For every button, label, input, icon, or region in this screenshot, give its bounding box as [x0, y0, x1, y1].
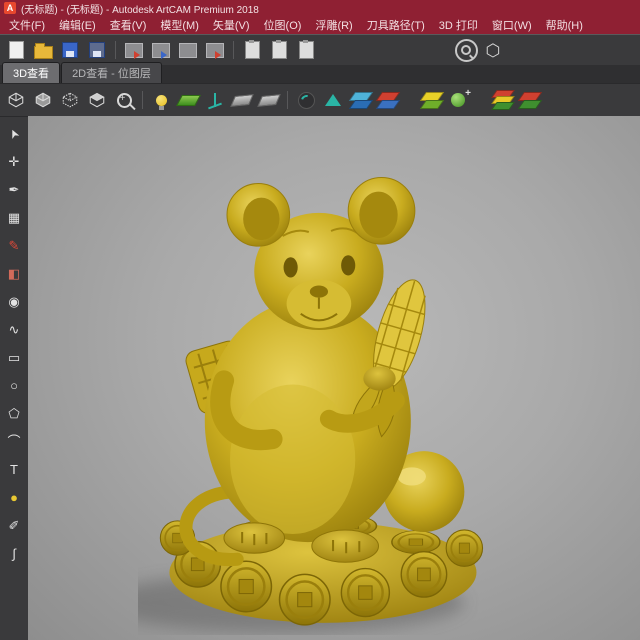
droplet-tool-glyph: ●: [10, 490, 18, 505]
tab-2d-label: 2D查看 - 位图层: [72, 68, 151, 80]
layers-blue-icon[interactable]: [348, 88, 373, 112]
arc-tool-icon[interactable]: ⌒: [3, 431, 25, 452]
app-window: A (无标题) - (无标题) - Autodesk ArtCAM Premiu…: [0, 0, 640, 640]
menu-relief[interactable]: 浮雕(R): [308, 16, 359, 34]
layers-yellow-green-icon[interactable]: [419, 88, 444, 112]
stack-multicolor-icon[interactable]: [490, 88, 515, 112]
separator: [115, 41, 116, 59]
menu-edit[interactable]: 编辑(E): [52, 16, 103, 34]
tab-2d-view[interactable]: 2D查看 - 位图层: [61, 62, 162, 83]
origin-axes-icon[interactable]: [203, 88, 227, 112]
ellipse-tool-icon[interactable]: ○: [3, 375, 25, 396]
teal-triangle-icon[interactable]: [321, 88, 345, 112]
brush-tool-glyph: ✐: [8, 518, 20, 533]
main-toolbar: ⬡: [0, 34, 640, 65]
open-model-icon[interactable]: [31, 38, 55, 62]
sculpt-pencil-glyph: ✎: [8, 238, 20, 253]
spline-tool-glyph: ∫: [12, 546, 16, 561]
menu-help[interactable]: 帮助(H): [539, 16, 590, 34]
text-tool-glyph: T: [10, 462, 18, 477]
menu-file[interactable]: 文件(F): [2, 16, 52, 34]
rectangle-tool-icon[interactable]: ▭: [3, 347, 25, 368]
workspace: ➤ ✛ ✒ ▦ ✎ ◧ ◉ ∿ ▭ ○ ⬠ ⌒ T ● ✐ ∫: [0, 116, 640, 640]
zoom-objects-icon[interactable]: [112, 88, 136, 112]
clipboard-paste-icon[interactable]: [267, 38, 291, 62]
menu-bitmap[interactable]: 位图(O): [257, 16, 309, 34]
droplet-tool-icon[interactable]: ●: [3, 487, 25, 508]
text-tool-icon[interactable]: T: [3, 459, 25, 480]
select-cursor-glyph: ➤: [5, 125, 23, 142]
tab-3d-label: 3D查看: [13, 68, 50, 80]
sphere-add-icon[interactable]: [446, 88, 471, 112]
smudge-icon[interactable]: ◉: [3, 291, 25, 312]
title-bar: A (无标题) - (无标题) - Autodesk ArtCAM Premiu…: [0, 0, 640, 16]
brush-tool-icon[interactable]: ✐: [3, 515, 25, 536]
sculpt-pencil-icon[interactable]: ✎: [3, 235, 25, 256]
iso-cube-3-icon[interactable]: [58, 88, 82, 112]
measure-pen-glyph: ✒: [8, 182, 20, 197]
tab-3d-view[interactable]: 3D查看: [2, 62, 61, 83]
save-model-icon[interactable]: [58, 38, 82, 62]
freehand-select-glyph: ∿: [8, 322, 20, 337]
node-edit-glyph: ✛: [8, 154, 20, 169]
menu-view[interactable]: 查看(V): [103, 16, 154, 34]
zoom-tool-icon[interactable]: [454, 38, 478, 62]
layers-red-blue-icon[interactable]: [375, 88, 400, 112]
polygon-tool-glyph: ⬠: [8, 406, 20, 421]
view-tab-bar: 3D查看 2D查看 - 位图层: [0, 62, 640, 83]
save-as-icon[interactable]: [85, 38, 109, 62]
menu-window[interactable]: 窗口(W): [485, 16, 539, 34]
iso-cube-1-icon[interactable]: [4, 88, 28, 112]
relief-import-icon[interactable]: [122, 38, 146, 62]
separator: [142, 91, 143, 109]
clipboard-copy-icon[interactable]: [240, 38, 264, 62]
mesh-grid-glyph: ▦: [7, 210, 21, 225]
iso-plane-1-icon[interactable]: [230, 88, 254, 112]
mesh-grid-icon[interactable]: ▦: [3, 207, 25, 228]
eraser-glyph: ◧: [7, 266, 21, 281]
layers-red-green-icon[interactable]: [517, 88, 542, 112]
window-title: (无标题) - (无标题) - Autodesk ArtCAM Premium …: [21, 4, 259, 16]
relief-export-icon[interactable]: [149, 38, 173, 62]
new-model-icon[interactable]: [4, 38, 28, 62]
freehand-select-icon[interactable]: ∿: [3, 319, 25, 340]
rectangle-tool-glyph: ▭: [7, 350, 21, 365]
arc-tool-glyph: ⌒: [7, 434, 21, 449]
artcam-logo-icon: A: [4, 2, 16, 14]
eraser-icon[interactable]: ◧: [3, 263, 25, 284]
tool-palette: ➤ ✛ ✒ ▦ ✎ ◧ ◉ ∿ ▭ ○ ⬠ ⌒ T ● ✐ ∫: [0, 116, 28, 640]
ellipse-tool-glyph: ○: [10, 378, 18, 393]
clipboard-preview-icon[interactable]: [294, 38, 318, 62]
view-3d-toolbar: [0, 83, 640, 116]
menu-3d-print[interactable]: 3D 打印: [432, 16, 485, 34]
spline-tool-icon[interactable]: ∫: [3, 543, 25, 564]
model-transfer-icon[interactable]: [176, 38, 200, 62]
iso-cube-4-icon[interactable]: [85, 88, 109, 112]
separator: [233, 41, 234, 59]
select-cursor-icon[interactable]: ➤: [3, 123, 25, 144]
menu-bar: 文件(F) 编辑(E) 查看(V) 模型(M) 矢量(V) 位图(O) 浮雕(R…: [0, 16, 640, 34]
node-edit-icon[interactable]: ✛: [3, 151, 25, 172]
measure-pen-icon[interactable]: ✒: [3, 179, 25, 200]
rotate-orbit-icon[interactable]: [294, 88, 318, 112]
menu-model[interactable]: 模型(M): [153, 16, 206, 34]
menu-vector[interactable]: 矢量(V): [206, 16, 257, 34]
iso-plane-2-icon[interactable]: [257, 88, 281, 112]
menu-toolpaths[interactable]: 刀具路径(T): [360, 16, 432, 34]
viewport-3d[interactable]: [28, 116, 640, 640]
polygon-tool-icon[interactable]: ⬠: [3, 403, 25, 424]
iso-cube-2-icon[interactable]: [31, 88, 55, 112]
golden-rat-statue-model: [138, 176, 484, 633]
draft-bulb-icon[interactable]: [149, 88, 173, 112]
smudge-glyph: ◉: [8, 294, 20, 309]
material-hexagon-icon[interactable]: ⬡: [481, 38, 505, 62]
separator: [287, 91, 288, 109]
model-compare-icon[interactable]: [203, 38, 227, 62]
relief-plane-icon[interactable]: [175, 88, 201, 112]
